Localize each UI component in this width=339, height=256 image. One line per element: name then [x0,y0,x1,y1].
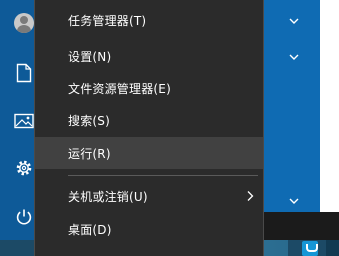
menu-item-label: 运行(R) [68,146,111,161]
chevron-down-icon[interactable] [288,53,300,61]
menu-separator [68,175,258,176]
winx-context-menu: 任务管理器(T) 设置(N) 文件资源管理器(E) 搜索(S) 运行(R) 关机… [34,0,264,256]
menu-item-label: 任务管理器(T) [68,13,147,28]
menu-item-label: 设置(N) [68,49,112,64]
menu-item-label: 桌面(D) [68,222,112,237]
chevron-right-icon [247,191,254,201]
chevron-down-icon[interactable] [288,17,300,25]
menu-item-shutdown-signout[interactable]: 关机或注销(U) [35,180,263,212]
menu-item-desktop[interactable]: 桌面(D) [35,213,263,245]
menu-item-search[interactable]: 搜索(S) [35,104,263,136]
menu-item-task-manager[interactable]: 任务管理器(T) [35,4,263,36]
menu-item-label: 文件资源管理器(E) [68,81,171,96]
menu-item-file-explorer[interactable]: 文件资源管理器(E) [35,72,263,104]
store-icon[interactable] [302,241,318,256]
menu-item-label: 搜索(S) [68,113,110,128]
menu-item-label: 关机或注销(U) [68,189,148,204]
taskbar-edge [326,240,339,256]
menu-item-settings[interactable]: 设置(N) [35,40,263,72]
menu-item-run[interactable]: 运行(R) [35,137,263,169]
chevron-down-icon[interactable] [288,197,300,205]
start-tiles-area [264,0,339,212]
